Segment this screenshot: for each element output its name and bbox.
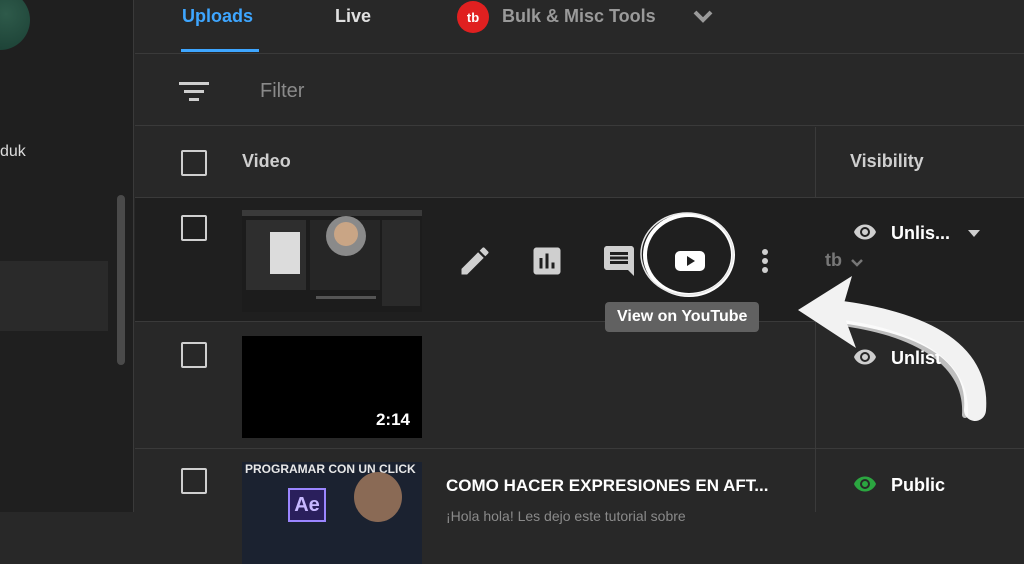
- row-checkbox[interactable]: [181, 215, 207, 241]
- video-thumbnail[interactable]: 2:14: [242, 336, 422, 438]
- row-checkbox[interactable]: [181, 468, 207, 494]
- video-thumbnail[interactable]: [242, 210, 422, 312]
- bar-chart-icon[interactable]: [529, 243, 565, 279]
- table-header: Video Visibility: [135, 127, 1024, 198]
- filter-lines-icon[interactable]: [179, 80, 209, 102]
- after-effects-logo: Ae: [288, 488, 326, 522]
- visibility-label[interactable]: Unlis...: [891, 223, 950, 244]
- tab-uploads[interactable]: Uploads: [182, 6, 253, 27]
- visibility-label[interactable]: Public: [891, 475, 945, 496]
- chevron-down-icon[interactable]: [850, 258, 864, 268]
- channel-name: duk: [0, 143, 26, 160]
- table-row[interactable]: PROGRAMAR CON UN CLICK Ae COMO HACER EXP…: [135, 450, 1024, 564]
- eye-icon: [854, 224, 876, 240]
- select-all-checkbox[interactable]: [181, 150, 207, 176]
- main-content: Uploads Live tb Bulk & Misc Tools Video …: [135, 0, 1024, 564]
- annotation-arrow-icon: [798, 276, 987, 421]
- row-checkbox[interactable]: [181, 342, 207, 368]
- tubebuddy-logo-icon: tb: [457, 1, 489, 33]
- tab-bar: Uploads Live tb Bulk & Misc Tools: [135, 0, 1024, 54]
- more-vert-icon[interactable]: [747, 243, 783, 279]
- visibility-dropdown-icon[interactable]: [967, 229, 981, 239]
- eye-icon: [854, 476, 876, 492]
- thumbnail-person: [354, 472, 402, 522]
- video-duration: 2:14: [375, 410, 410, 429]
- sidebar: duk: [0, 0, 134, 512]
- pencil-icon[interactable]: [457, 243, 493, 279]
- sidebar-scrollbar[interactable]: [117, 195, 125, 365]
- video-description: ¡Hola hola! Les dejo este tutorial sobre: [446, 508, 686, 524]
- thumbnail-caption: PROGRAMAR CON UN CLICK: [245, 462, 416, 476]
- channel-avatar[interactable]: [0, 0, 30, 50]
- filter-bar: [135, 55, 1024, 126]
- tab-bulk-misc-tools[interactable]: Bulk & Misc Tools: [502, 6, 656, 27]
- youtube-play-icon[interactable]: [672, 243, 708, 279]
- tab-live[interactable]: Live: [335, 6, 371, 27]
- column-header-video: Video: [242, 151, 291, 171]
- video-title[interactable]: COMO HACER EXPRESIONES EN AFT...: [446, 476, 768, 496]
- video-thumbnail[interactable]: PROGRAMAR CON UN CLICK Ae: [242, 462, 422, 564]
- tab-uploads-indicator: [181, 49, 259, 52]
- comment-icon[interactable]: [601, 243, 637, 279]
- filter-input[interactable]: [260, 77, 560, 105]
- column-header-visibility[interactable]: Visibility: [850, 151, 924, 172]
- chevron-down-icon[interactable]: [692, 8, 714, 24]
- tubebuddy-row-icon[interactable]: tb: [825, 250, 842, 271]
- sidebar-item-active[interactable]: [0, 261, 108, 331]
